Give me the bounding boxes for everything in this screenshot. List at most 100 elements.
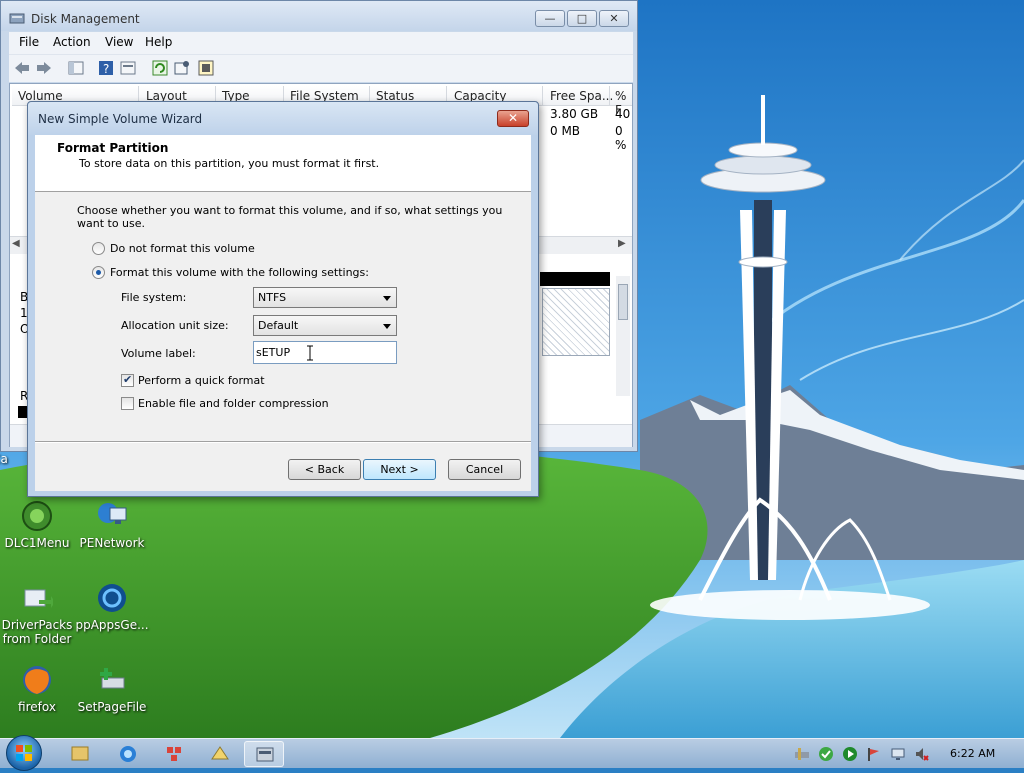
minimize-button[interactable]: — [535,10,565,27]
wizard-close-button[interactable]: ✕ [497,110,529,127]
windows-logo-icon [16,745,32,761]
quick-format-label[interactable]: Perform a quick format [138,374,265,387]
desktop-icon-label: SetPageFile [77,700,147,714]
properties-icon[interactable] [119,59,137,77]
taskbar-internet-explorer[interactable] [108,741,148,767]
help-icon[interactable]: ? [97,59,115,77]
back-button[interactable]: < Back [288,459,361,480]
partition-header-bar [540,272,610,286]
desktop-icon-ppappsge[interactable]: ppAppsGe... [72,582,152,632]
percent-free-cell: 40 [615,107,631,121]
desktop-icon-label: Ca [0,452,8,466]
do-not-format-label[interactable]: Do not format this volume [110,242,255,255]
file-system-label: File system: [121,291,187,304]
desktop-icon-label: firefox [18,700,56,714]
compression-label[interactable]: Enable file and folder compression [138,397,329,410]
desktop-icon-label: PENetwork [79,536,145,550]
radio-format-volume[interactable] [92,266,105,279]
close-icon: ✕ [507,111,519,125]
window-title: Disk Management [31,12,140,26]
tray-media-play-icon[interactable] [842,746,858,762]
column-free-space[interactable]: Free Spa... [550,89,613,103]
scroll-left-icon[interactable]: ◀ [12,238,20,249]
compression-checkbox[interactable] [121,397,134,410]
chevron-down-icon [383,296,391,301]
allocation-unit-select[interactable]: Default [253,315,397,336]
taskbar-disk-management[interactable] [244,741,284,767]
tray-flag-icon[interactable] [866,746,882,762]
tray-volume-muted-icon[interactable] [914,746,930,762]
tray-security-icon[interactable] [818,746,834,762]
free-space-cell: 3.80 GB [550,107,599,121]
desktop-icon-partial[interactable]: Ca [0,452,20,466]
disk-management-icon [256,747,274,762]
file-system-select[interactable]: NTFS [253,287,397,308]
desktop-icon-label: DLC1Menu [4,536,70,550]
allocation-unit-label: Allocation unit size: [121,319,229,332]
settings-icon[interactable] [173,59,191,77]
desktop-icon-setpagefile[interactable]: SetPageFile [72,664,152,714]
taskbar-app-3[interactable] [154,741,194,767]
quick-format-checkbox[interactable] [121,373,134,387]
menu-file[interactable]: File [19,35,39,49]
unallocated-partition[interactable] [542,288,610,356]
folder-icon [71,746,89,761]
refresh-icon[interactable] [151,59,169,77]
maximize-button[interactable]: □ [567,10,597,27]
file-system-value: NTFS [258,291,287,304]
forward-arrow-icon[interactable] [35,59,53,77]
show-hide-console-tree-icon[interactable] [67,59,85,77]
volume-label-field[interactable] [253,341,397,364]
disk-management-titlebar[interactable]: Disk Management — □ ✕ [1,1,637,31]
network-icon [96,500,128,532]
volume-label-input[interactable] [256,344,392,360]
wizard-title: New Simple Volume Wizard [38,112,203,126]
minimize-icon: — [544,12,556,25]
divider [35,441,531,443]
system-clock[interactable]: 6:22 AM [950,747,995,760]
desktop-icon-dlc1menu[interactable]: DLC1Menu [0,500,77,550]
scroll-right-icon[interactable]: ▶ [618,238,626,249]
start-button[interactable] [6,735,42,771]
cancel-button[interactable]: Cancel [448,459,521,480]
network-tool-icon [167,747,181,761]
paint-icon [211,746,229,760]
desktop-icon-driverpacks[interactable]: DriverPacks from Folder [0,582,77,646]
desktop-icon-firefox[interactable]: firefox [0,664,77,714]
svg-text:?: ? [103,62,109,76]
vertical-scrollbar[interactable] [616,276,630,396]
text-cursor-icon [307,345,313,361]
internet-explorer-icon [120,746,136,762]
next-button[interactable]: Next > [363,459,436,480]
tray-network-icon[interactable] [890,746,906,762]
menu-help[interactable]: Help [145,35,172,49]
menu-view[interactable]: View [105,35,133,49]
menu-bar: File Action View Help [9,32,633,54]
format-volume-label[interactable]: Format this volume with the following se… [110,266,369,279]
desktop-icon-label: DriverPacks from Folder [1,618,73,646]
radio-do-not-format[interactable] [92,242,105,255]
disk-management-icon [9,11,25,25]
close-button[interactable]: ✕ [599,10,629,27]
allocation-unit-value: Default [258,319,299,332]
taskbar-explorer[interactable] [60,741,100,767]
scroll-thumb[interactable] [618,284,628,320]
taskbar: 6:22 AM [0,735,1024,771]
desktop-icon-label: ppAppsGe... [75,618,149,632]
disk-list-icon[interactable] [197,59,215,77]
driverpacks-icon [21,582,55,614]
maximize-icon: □ [576,12,588,25]
setpagefile-icon [96,664,128,696]
close-icon: ✕ [609,12,619,25]
menu-action[interactable]: Action [53,35,91,49]
wizard-titlebar[interactable]: New Simple Volume Wizard ✕ [28,102,538,135]
toolbar: ? [9,54,633,82]
percent-free-cell: 0 % [615,124,627,152]
desktop-icon-penetwork[interactable]: PENetwork [72,500,152,550]
tray-tools-icon[interactable] [794,746,810,762]
page-subheading: To store data on this partition, you mus… [79,157,380,170]
taskbar-app-4[interactable] [200,741,240,767]
page-heading: Format Partition [57,141,169,155]
volume-label-label: Volume label: [121,347,196,360]
back-arrow-icon[interactable] [13,59,31,77]
